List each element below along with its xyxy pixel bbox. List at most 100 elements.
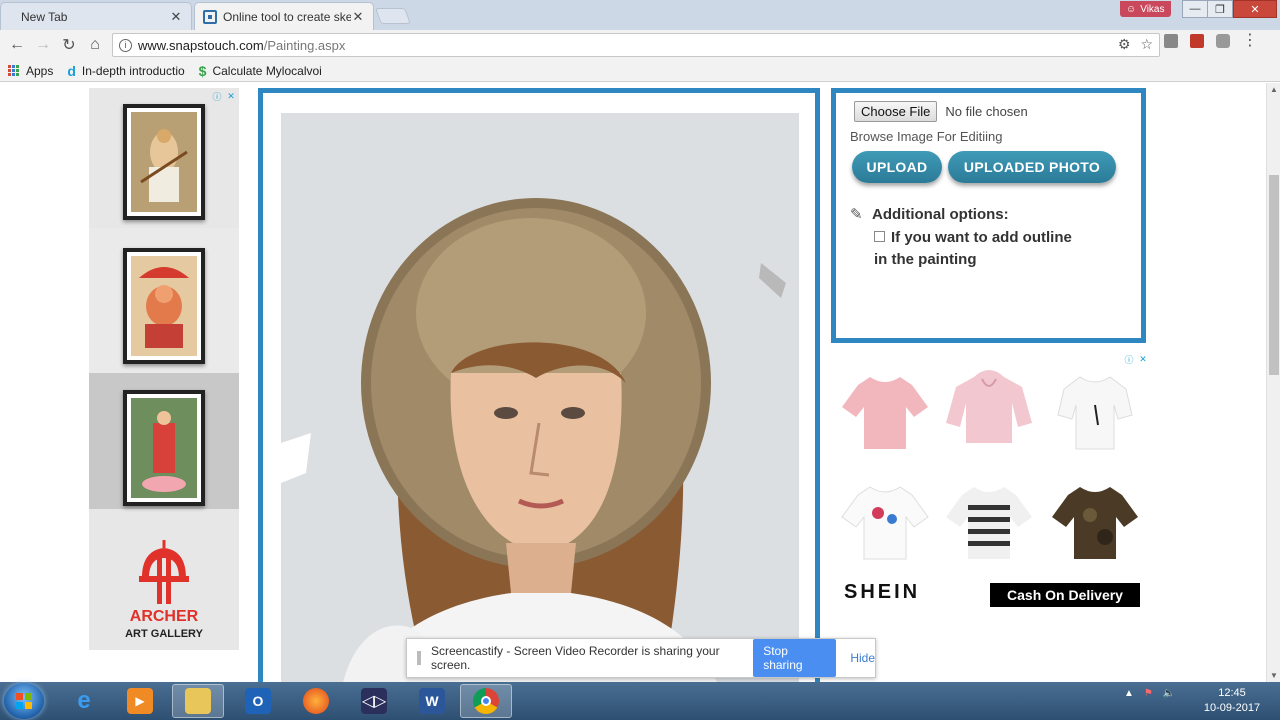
bookmark-label: Apps	[26, 63, 54, 78]
camera-icon[interactable]	[1216, 34, 1230, 48]
choose-file-button[interactable]: Choose File	[854, 101, 938, 122]
tab-online-tool[interactable]: Online tool to create ske ✕	[194, 2, 374, 30]
bookmark-in-depth[interactable]: d In-depth introductio	[67, 63, 184, 79]
translate-icon[interactable]: ⚙	[1118, 36, 1131, 53]
left-ad-banner[interactable]: ⓘ ✕ ARCHER ART GALLERY	[89, 88, 239, 650]
ad-info-icon[interactable]: ⓘ	[1123, 353, 1135, 365]
painting-preview-panel	[258, 88, 820, 682]
site-favicon-icon	[203, 9, 217, 24]
volume-icon[interactable]: 🔈	[1163, 688, 1175, 699]
archer-subtitle: ART GALLERY	[125, 628, 203, 640]
additional-options-label: Additional options:	[872, 206, 1009, 223]
page-scrollbar[interactable]: ▲ ▼	[1266, 83, 1280, 682]
outlook-icon: O	[245, 688, 271, 714]
bookmark-apps[interactable]: Apps	[8, 64, 53, 78]
archer-logo-icon	[139, 540, 189, 604]
back-arrow-icon[interactable]: ←	[4, 32, 30, 58]
share-message: Screencastify - Screen Video Recorder is…	[431, 644, 720, 672]
screencastify-icon[interactable]	[1190, 34, 1204, 48]
show-hidden-icons-icon[interactable]: ▲	[1124, 688, 1134, 699]
profile-icon: ☺	[1126, 3, 1137, 15]
taskbar-file-explorer[interactable]	[172, 684, 224, 718]
archer-brand: ARCHER	[129, 608, 199, 625]
visual-studio-icon: ◁▷	[361, 688, 387, 714]
taskbar-word[interactable]: W	[406, 684, 458, 718]
taskbar-visual-studio[interactable]: ◁▷	[348, 684, 400, 718]
tab-new-tab[interactable]: New Tab ✕	[0, 2, 192, 30]
url-host: www.snapstouch.com	[138, 37, 264, 53]
screen-share-notice: Screencastify - Screen Video Recorder is…	[406, 638, 876, 678]
windows-logo-icon	[16, 693, 32, 709]
scrollbar-thumb[interactable]	[1269, 175, 1279, 375]
cartoon-portrait-image	[281, 113, 799, 682]
forward-arrow-icon[interactable]: →	[30, 32, 56, 58]
extension-icon[interactable]	[1164, 34, 1178, 48]
striped-tshirt-image	[946, 487, 1032, 559]
star-icon[interactable]: ☆	[1140, 36, 1153, 53]
taskbar-internet-explorer[interactable]: e	[58, 684, 110, 718]
outline-option-label: If you want to add outline in the painti…	[874, 229, 1072, 268]
minimize-button[interactable]: —	[1182, 0, 1208, 18]
scroll-up-arrow-icon[interactable]: ▲	[1270, 85, 1278, 94]
painting-preview	[281, 113, 799, 682]
taskbar-outlook[interactable]: O	[232, 684, 284, 718]
right-ad-banner[interactable]: ⓘ ✕ SHEIN Cash On Delivery	[834, 353, 1149, 613]
taskbar-firefox[interactable]	[290, 684, 342, 718]
cash-on-delivery-badge: Cash On Delivery	[990, 583, 1140, 607]
info-icon[interactable]: i	[119, 38, 132, 52]
web-page: ⓘ ✕ ARCHER ART GALLERY Choose File No fi…	[0, 83, 1266, 682]
restore-button[interactable]: ❐	[1207, 0, 1233, 18]
scroll-down-arrow-icon[interactable]: ▼	[1270, 671, 1278, 680]
new-tab-button[interactable]	[375, 8, 411, 24]
bookmarks-bar: Apps d In-depth introductio $ Calculate …	[0, 60, 1280, 82]
bookmark-mylocalvoice[interactable]: $ Calculate Mylocalvoi	[199, 63, 322, 79]
browser-toolbar: ← → ↻ ⌂ i www.snapstouch.com/Painting.as…	[0, 30, 1280, 60]
menu-icon[interactable]: ⋮	[1242, 33, 1258, 49]
upload-button[interactable]: UPLOAD	[852, 151, 942, 183]
ganesha-painting-image	[131, 256, 197, 356]
clock-date: 10-09-2017	[1203, 702, 1261, 714]
white-shirt-image	[1057, 376, 1133, 450]
close-window-button[interactable]: ✕	[1233, 0, 1277, 18]
extension-icons: ⋮	[1164, 33, 1258, 49]
internet-explorer-icon: e	[77, 687, 91, 714]
bookmark-label: In-depth introductio	[81, 63, 185, 78]
media-player-icon: ▶	[127, 688, 153, 714]
taskbar-chrome[interactable]	[460, 684, 512, 718]
ad-close-icon[interactable]: ✕	[225, 90, 237, 102]
outline-checkbox[interactable]	[874, 230, 885, 242]
word-icon: W	[419, 688, 445, 714]
taskbar-media-player[interactable]: ▶	[114, 684, 166, 718]
reload-icon[interactable]: ↻	[56, 32, 82, 58]
dollar-icon: $	[198, 62, 207, 79]
outline-option: If you want to add outline in the painti…	[874, 227, 1074, 271]
apps-grid-icon	[8, 64, 20, 77]
system-clock[interactable]: 12:45 10-09-2017	[1196, 686, 1268, 716]
painting-frame	[123, 104, 205, 220]
clock-time: 12:45	[1218, 687, 1246, 699]
hide-link[interactable]: Hide	[850, 651, 875, 665]
address-bar[interactable]: i www.snapstouch.com/Painting.aspx ⚙ ☆	[112, 33, 1160, 57]
pencil-icon: ✎	[850, 206, 863, 223]
close-icon[interactable]: ✕	[169, 9, 183, 25]
painting-frame	[123, 248, 205, 364]
shein-brand: SHEIN	[844, 581, 921, 603]
pink-tshirt-image	[842, 377, 928, 449]
ad-info-icon[interactable]: ⓘ	[211, 90, 223, 102]
pink-hoodie-image	[946, 370, 1032, 443]
floral-tshirt-image	[841, 486, 929, 560]
uploaded-photo-button[interactable]: UPLOADED PHOTO	[948, 151, 1116, 183]
bookmark-label: Calculate Mylocalvoi	[212, 63, 322, 78]
chrome-icon	[473, 688, 499, 714]
close-icon[interactable]: ✕	[351, 9, 365, 25]
home-icon[interactable]: ⌂	[82, 32, 108, 58]
ad-close-icon[interactable]: ✕	[1137, 353, 1149, 365]
drag-handle-icon[interactable]	[417, 651, 421, 665]
profile-button[interactable]: ☺ Vikas	[1120, 1, 1171, 17]
start-button[interactable]	[4, 683, 44, 719]
lakshmi-painting-image	[131, 398, 197, 498]
windows-taskbar: e ▶ O ◁▷ W ▲ ⚑ 🔈 12:45 10-09-2017	[0, 682, 1280, 720]
network-icon[interactable]: ⚑	[1144, 688, 1153, 699]
firefox-icon	[303, 688, 329, 714]
stop-sharing-button[interactable]: Stop sharing	[753, 639, 837, 677]
